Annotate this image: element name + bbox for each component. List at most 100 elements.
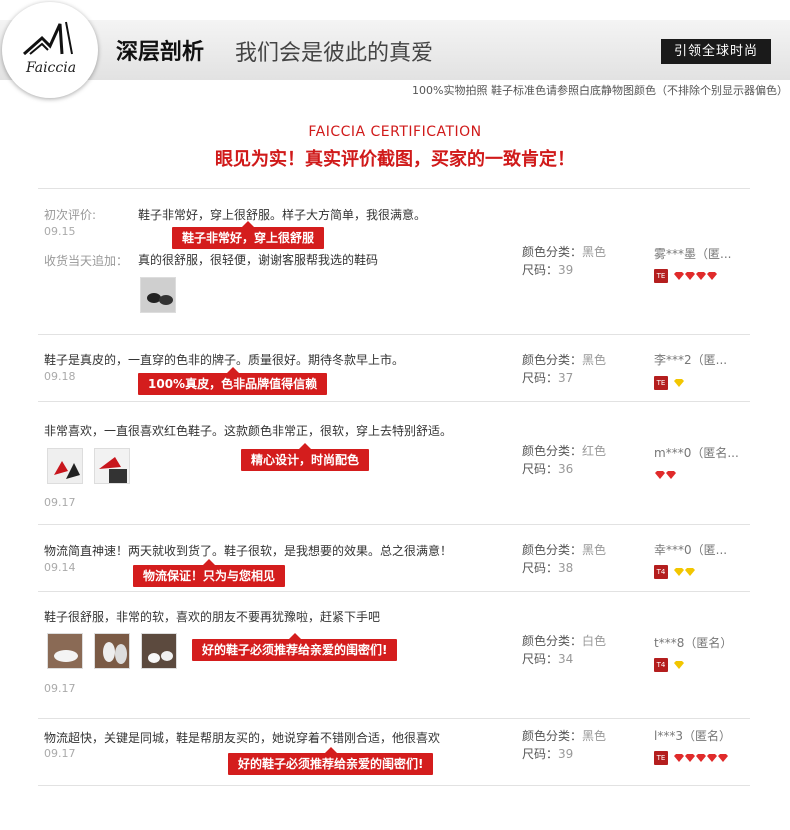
- review-attributes: 颜色分类：黑色 尺码：39: [522, 243, 606, 279]
- color-label: 颜色分类：: [522, 634, 583, 648]
- color-value: 黑色: [582, 729, 607, 743]
- size-label: 尺码：: [522, 652, 559, 666]
- diamond-icon: [674, 660, 685, 669]
- brand-logo: Faiccia: [2, 2, 98, 98]
- review-attributes: 颜色分类：白色 尺码：34: [522, 632, 606, 668]
- diamond-icon: [674, 378, 685, 387]
- review-attributes: 颜色分类：红色 尺码：36: [522, 442, 606, 478]
- review-photo-thumbnail[interactable]: [47, 448, 83, 484]
- heart-gem-icon: [707, 271, 718, 280]
- level-badge: TE: [654, 268, 668, 283]
- review-date: 09.18: [44, 370, 76, 383]
- review-photo-thumbnail[interactable]: [141, 633, 177, 669]
- reviewer-credit: T4: [654, 654, 685, 672]
- color-label: 颜色分类：: [522, 353, 583, 367]
- slogan-badge: 引领全球时尚: [661, 39, 771, 64]
- color-label: 颜色分类：: [522, 543, 583, 557]
- size-label: 尺码：: [522, 462, 559, 476]
- page-title: 深层剖析: [116, 40, 205, 65]
- followup-text: 真的很舒服，很轻便，谢谢客服帮我选的鞋码: [138, 253, 379, 267]
- level-badge: T4: [654, 657, 668, 672]
- review-photo-thumbnail[interactable]: [47, 633, 83, 669]
- color-value: 黑色: [582, 543, 607, 557]
- size-label: 尺码：: [522, 561, 559, 575]
- review-item: 物流简直神速！两天就收到货了。鞋子很软，是我想要的效果。总之很满意！ 09.14…: [38, 524, 750, 591]
- reviewer-credit: T4: [654, 561, 696, 579]
- review-text: 非常喜欢，一直很喜欢红色鞋子。这款颜色非常正，很软，穿上去特别舒适。: [44, 424, 453, 438]
- reviewer-name[interactable]: t***8（匿名）: [654, 634, 732, 651]
- certification-heading-cn: 眼见为实！真实评价截图，买家的一致肯定！: [215, 149, 575, 170]
- reviewer-name[interactable]: l***3（匿名）: [654, 727, 731, 744]
- logo-mark-icon: [23, 21, 73, 56]
- highlight-callout: 好的鞋子必须推荐给亲爱的闺密们!: [228, 747, 434, 775]
- highlight-callout: 好的鞋子必须推荐给亲爱的闺密们!: [192, 633, 398, 661]
- review-text: 鞋子很舒服，非常的软，喜欢的朋友不要再犹豫啦，赶紧下手吧: [44, 610, 381, 624]
- heart-gem-icon: [696, 753, 707, 762]
- review-text: 物流超快，关键是同城，鞋是帮朋友买的，她说穿着不错刚合适，他很喜欢: [44, 731, 441, 745]
- diamond-icon: [674, 567, 685, 576]
- review-date: 09.17: [44, 747, 76, 760]
- shoe-photo-icon: [95, 449, 129, 483]
- heart-gem-icon: [718, 753, 729, 762]
- review-photo-thumbnail[interactable]: [140, 277, 176, 313]
- reviewer-credit: TE: [654, 747, 729, 765]
- review-item: 鞋子很舒服，非常的软，喜欢的朋友不要再犹豫啦，赶紧下手吧 09.17 好的鞋子必…: [38, 591, 750, 718]
- reviewer-name[interactable]: m***0（匿名...: [654, 444, 739, 461]
- review-attributes: 颜色分类：黑色 尺码：38: [522, 541, 606, 577]
- color-value: 黑色: [582, 245, 607, 259]
- reviewer-credit: TE: [654, 265, 718, 283]
- highlight-callout: 精心设计，时尚配色: [241, 443, 370, 471]
- reviewer-name[interactable]: 幸***0（匿...: [654, 541, 727, 558]
- review-text: 鞋子非常好，穿上很舒服。样子大方简单，我很满意。: [138, 208, 427, 222]
- color-label: 颜色分类：: [522, 729, 583, 743]
- color-label: 颜色分类：: [522, 444, 583, 458]
- heart-gem-icon: [674, 271, 685, 280]
- followup-label: 收货当天追加：: [44, 254, 129, 268]
- color-value: 红色: [582, 444, 607, 458]
- color-value: 黑色: [582, 353, 607, 367]
- review-photo-thumbnail[interactable]: [94, 633, 130, 669]
- review-text: 物流简直神速！两天就收到货了。鞋子很软，是我想要的效果。总之很满意！: [44, 544, 453, 558]
- size-value: 39: [558, 747, 574, 761]
- level-badge: TE: [654, 750, 668, 765]
- size-label: 尺码：: [522, 263, 559, 277]
- size-value: 34: [558, 652, 574, 666]
- reviewer-name[interactable]: 李***2（匿...: [654, 351, 727, 368]
- size-label: 尺码：: [522, 371, 559, 385]
- heart-gem-icon: [685, 271, 696, 280]
- level-badge: TE: [654, 375, 668, 390]
- highlight-callout: 物流保证！只为与您相见: [133, 559, 286, 587]
- diamond-icon: [685, 567, 696, 576]
- certification-heading-en: FAICCIA CERTIFICATION: [308, 124, 482, 140]
- review-attributes: 颜色分类：黑色 尺码：37: [522, 351, 606, 387]
- photo-disclaimer: 100%实物拍照 鞋子标准色请参照白底静物图颜色（不排除个别显示器偏色）: [412, 84, 788, 97]
- size-value: 36: [558, 462, 574, 476]
- highlight-callout: 鞋子非常好，穿上很舒服: [172, 221, 325, 249]
- heart-gem-icon: [696, 271, 707, 280]
- shoe-photo-icon: [142, 634, 176, 668]
- heart-gem-icon: [655, 470, 665, 479]
- reviewer-credit: [654, 464, 676, 479]
- shoe-photo-icon: [95, 634, 129, 668]
- page-subtitle: 我们会是彼此的真爱: [235, 41, 434, 66]
- heart-gem-icon: [685, 753, 696, 762]
- highlight-callout: 100%真皮，色非品牌值得信赖: [138, 367, 328, 395]
- review-date: 09.17: [44, 496, 76, 509]
- review-item: 初次评价: 鞋子非常好，穿上很舒服。样子大方简单，我很满意。 09.15 鞋子非…: [38, 188, 750, 334]
- logo-text: Faiccia: [25, 60, 77, 76]
- review-item: 鞋子是真皮的，一直穿的色非的牌子。质量很好。期待冬款早上市。 09.18 100…: [38, 334, 750, 401]
- shoe-photo-icon: [48, 634, 82, 668]
- heart-gem-icon: [666, 470, 676, 479]
- review-item: 物流超快，关键是同城，鞋是帮朋友买的，她说穿着不错刚合适，他很喜欢 09.17 …: [38, 718, 750, 786]
- shoe-photo-icon: [141, 278, 175, 312]
- review-text: 鞋子是真皮的，一直穿的色非的牌子。质量很好。期待冬款早上市。: [44, 353, 405, 367]
- review-date: 09.17: [44, 682, 76, 695]
- review-date: 09.14: [44, 561, 76, 574]
- size-value: 38: [558, 561, 574, 575]
- size-value: 37: [558, 371, 574, 385]
- review-photo-thumbnail[interactable]: [94, 448, 130, 484]
- reviewer-name[interactable]: 雾***墨（匿...: [654, 245, 731, 262]
- size-label: 尺码：: [522, 747, 559, 761]
- review-attributes: 颜色分类：黑色 尺码：39: [522, 727, 606, 763]
- size-value: 39: [558, 263, 574, 277]
